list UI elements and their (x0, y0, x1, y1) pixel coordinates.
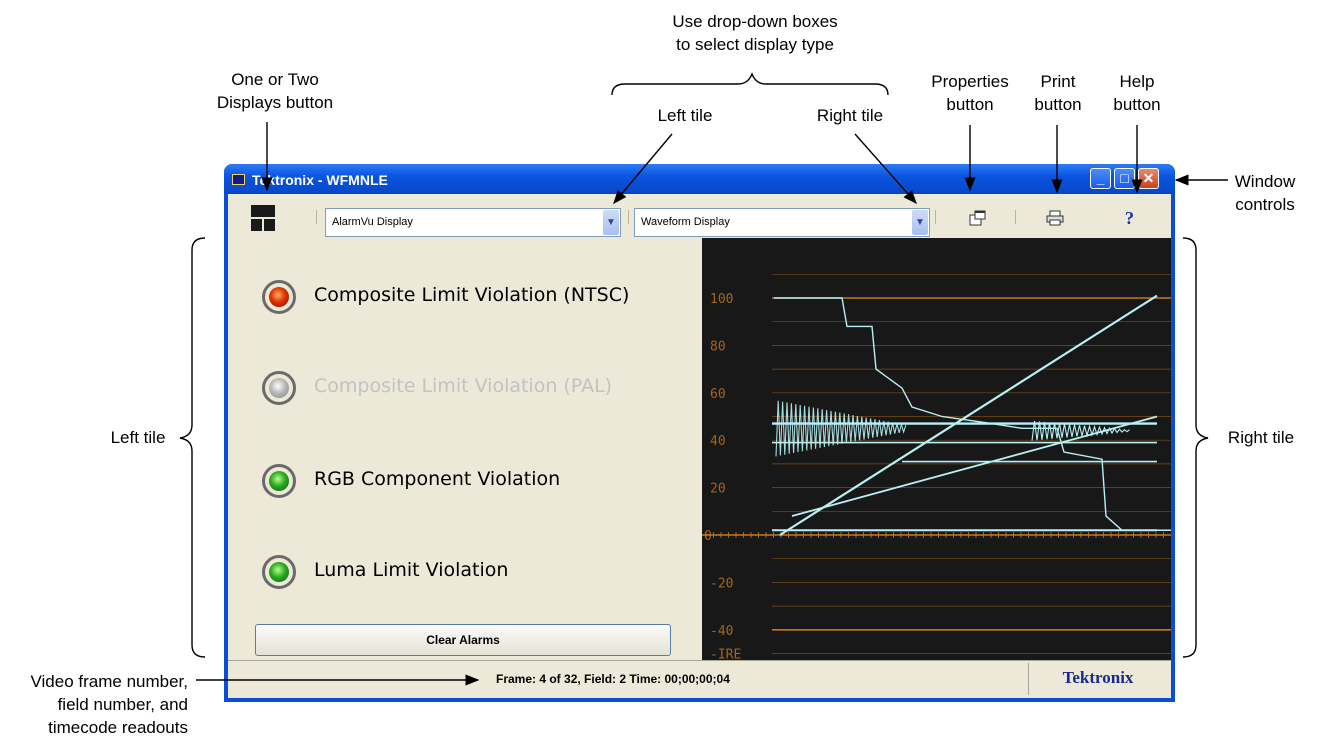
callout-window-controls: Window controls (1234, 172, 1296, 214)
callout-frame-readout: Video frame number, field number, and ti… (30, 672, 189, 737)
callout-left-tile-top: Left tile (657, 106, 713, 125)
app-icon (232, 174, 245, 185)
window-client: AlarmVu Display ▼ Waveform Display ▼ ? C… (228, 194, 1171, 698)
clear-alarms-button[interactable]: Clear Alarms (255, 624, 671, 656)
alarm-led-icon (262, 464, 296, 498)
left-tile-display-select[interactable]: AlarmVu Display ▼ (325, 208, 621, 237)
chevron-down-icon[interactable]: ▼ (603, 210, 619, 235)
alarm-label: Luma Limit Violation (314, 559, 509, 581)
scale-label: 0 (704, 529, 712, 544)
toolbar-separator (628, 210, 629, 224)
callout-right-tile-top: Right tile (816, 106, 884, 125)
scale-label: 60 (710, 387, 726, 402)
scale-label: 100 (710, 292, 733, 307)
callout-help-button: Help button (1113, 72, 1161, 114)
status-bar: Frame: 4 of 32, Field: 2 Time: 00;00;00;… (228, 660, 1171, 698)
alarm-row: Composite Limit Violation (NTSC) (228, 274, 700, 324)
alarm-label: Composite Limit Violation (PAL) (314, 375, 613, 397)
scale-label: 40 (710, 434, 726, 449)
callout-drop-down-note: Use drop-down boxes to select display ty… (672, 12, 838, 54)
toolbar-separator (935, 210, 936, 224)
chevron-down-icon[interactable]: ▼ (912, 210, 928, 235)
printer-icon[interactable] (1046, 210, 1064, 231)
two-displays-icon[interactable] (251, 205, 275, 231)
toolbar-separator (316, 210, 317, 224)
callout-right-tile-side: Right tile (1227, 428, 1295, 447)
scale-label: -20 (710, 576, 733, 591)
toolbar: AlarmVu Display ▼ Waveform Display ▼ ? (228, 194, 1171, 238)
right-tile-display-value: Waveform Display (641, 216, 730, 228)
waveform-burst-trace (775, 400, 907, 457)
left-tile-display-value: AlarmVu Display (332, 216, 413, 228)
alarm-led-icon (262, 280, 296, 314)
alarm-led-icon (262, 371, 296, 405)
alarm-row: Luma Limit Violation (228, 549, 700, 599)
callout-one-or-two-displays: One or Two Displays button (216, 70, 334, 112)
minimize-button[interactable]: _ (1090, 168, 1111, 189)
scale-label: 20 (710, 482, 726, 497)
scale-label: 80 (710, 339, 726, 354)
right-tile-waveform: 100 80 60 40 20 0 -20 -40 -IRE (702, 238, 1171, 660)
waveform-trace (774, 297, 1171, 531)
tektronix-logo: Tektronix (1028, 663, 1167, 695)
callout-left-tile-side: Left tile (110, 428, 166, 447)
alarm-row: Composite Limit Violation (PAL) (228, 365, 700, 415)
title-bar[interactable]: Tektronix - WFMNLE _ □ ✕ (224, 164, 1175, 194)
right-tile-display-select[interactable]: Waveform Display ▼ (634, 208, 930, 237)
frame-field-time-readout: Frame: 4 of 32, Field: 2 Time: 00;00;00;… (496, 672, 730, 686)
close-button[interactable]: ✕ (1138, 168, 1159, 189)
toolbar-separator (1015, 210, 1016, 224)
scale-label: -40 (710, 624, 733, 639)
alarm-label: Composite Limit Violation (NTSC) (314, 284, 630, 306)
scale-label: -IRE (710, 648, 741, 661)
left-tile-alarmvu: Composite Limit Violation (NTSC) Composi… (228, 238, 700, 660)
maximize-button[interactable]: □ (1114, 168, 1135, 189)
callout-print-button: Print button (1034, 72, 1082, 114)
window-title: Tektronix - WFMNLE (252, 172, 388, 188)
waveform-ramp-trace (779, 294, 1158, 536)
callout-properties-button: Properties button (931, 72, 1009, 114)
properties-icon[interactable] (969, 210, 987, 231)
alarm-label: RGB Component Violation (314, 468, 561, 490)
help-icon[interactable]: ? (1125, 208, 1134, 229)
app-window: Tektronix - WFMNLE _ □ ✕ AlarmVu Display… (224, 164, 1175, 702)
alarm-led-icon (262, 555, 296, 589)
alarm-row: RGB Component Violation (228, 458, 700, 508)
waveform-display: 100 80 60 40 20 0 -20 -40 -IRE (702, 273, 1171, 661)
